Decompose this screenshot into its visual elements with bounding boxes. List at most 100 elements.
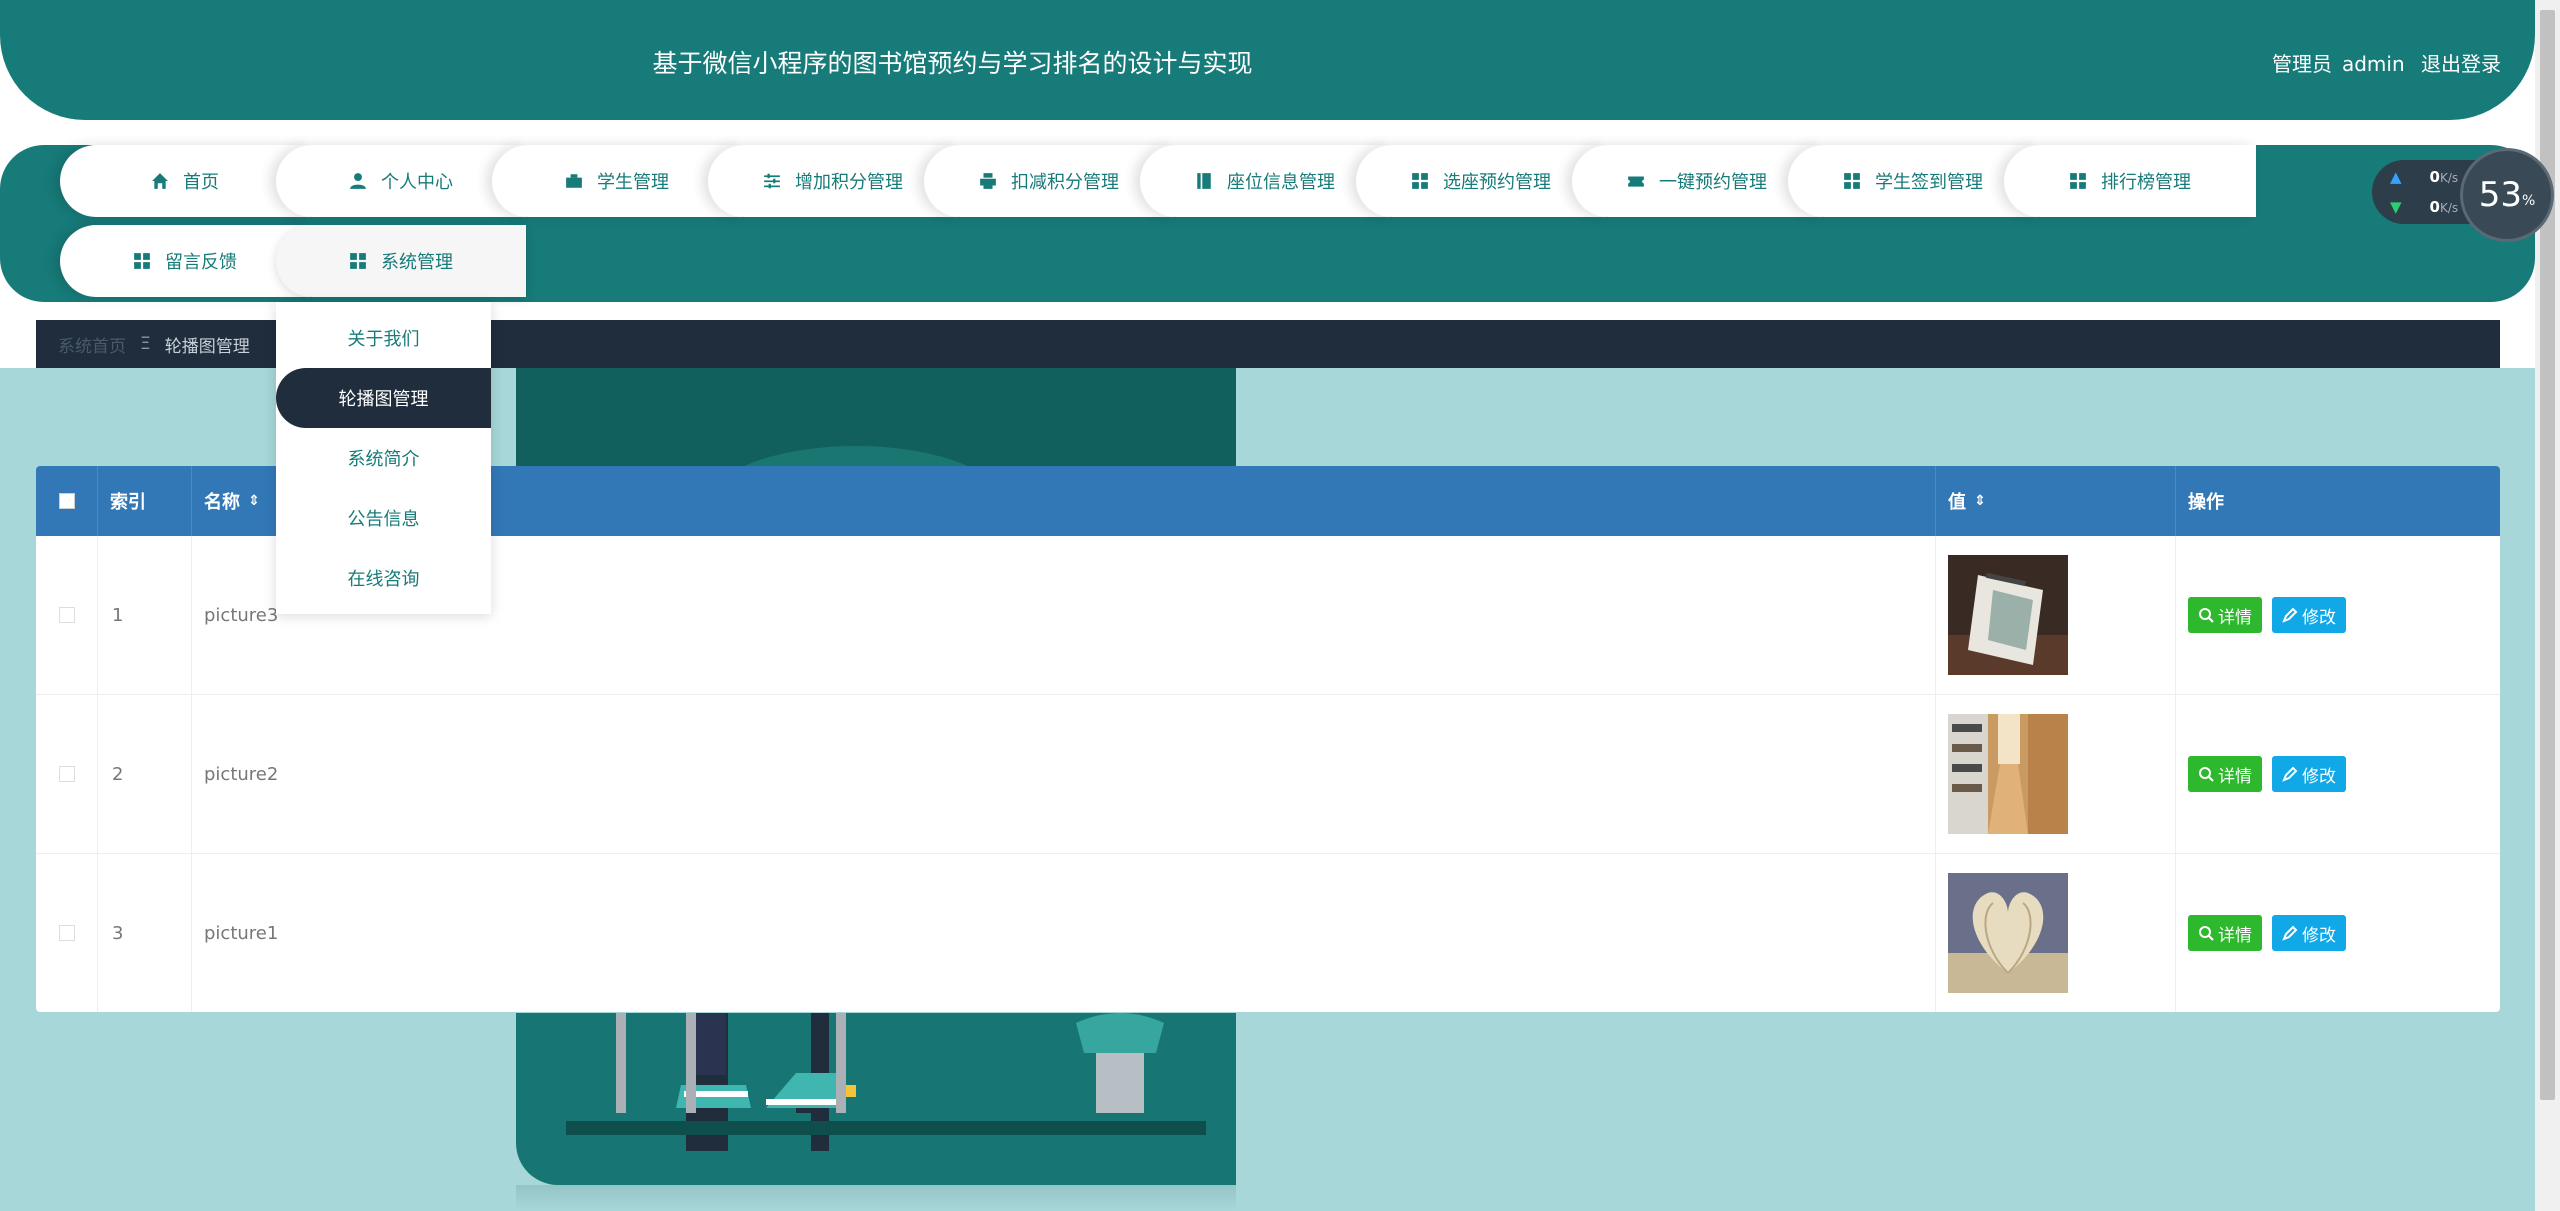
row-checkbox[interactable] — [36, 536, 98, 694]
nav-item-system[interactable]: 系统管理 — [276, 225, 526, 297]
row-index: 2 — [98, 695, 192, 853]
row-name: picture1 — [192, 854, 1936, 1012]
nav-label: 首页 — [183, 172, 219, 193]
grid-icon — [1412, 173, 1428, 189]
nav-label: 增加积分管理 — [795, 172, 903, 193]
header-value-label: 值 — [1948, 492, 1966, 513]
pencil-icon — [2282, 766, 2298, 782]
nav-label: 一键预约管理 — [1659, 172, 1767, 193]
dropdown-item-online-consult[interactable]: 在线咨询 — [276, 548, 491, 608]
row-actions: 详情 修改 — [2176, 854, 2500, 1012]
nav-label: 留言反馈 — [165, 252, 237, 273]
sort-icon: ⇕ — [248, 493, 260, 509]
pencil-icon — [2282, 925, 2298, 941]
system-dropdown-menu: 关于我们 轮播图管理 系统简介 公告信息 在线咨询 — [276, 302, 491, 614]
grid-icon — [2070, 173, 2086, 189]
row-checkbox[interactable] — [36, 695, 98, 853]
ticket-icon — [1628, 176, 1644, 187]
nav-label: 系统管理 — [381, 252, 453, 273]
dropdown-item-system-intro[interactable]: 系统简介 — [276, 428, 491, 488]
breadcrumb-current: 轮播图管理 — [164, 336, 250, 357]
header-value[interactable]: 值 ⇕ — [1936, 466, 2176, 536]
breadcrumb-separator: Ξ — [140, 334, 151, 354]
background-illustration-base — [516, 1013, 1236, 1185]
row-index: 3 — [98, 854, 192, 1012]
row-checkbox[interactable] — [36, 854, 98, 1012]
nav-label: 扣减积分管理 — [1011, 172, 1119, 193]
row-actions: 详情 修改 — [2176, 536, 2500, 694]
table-row: 2 picture2 详情 修改 — [36, 695, 2500, 854]
nav-label: 学生管理 — [597, 172, 669, 193]
nav-item-students[interactable]: 学生管理 — [492, 145, 742, 217]
row-value — [1936, 536, 2176, 694]
row-value — [1936, 854, 2176, 1012]
book-icon — [1197, 173, 1211, 189]
nav-label: 学生签到管理 — [1875, 172, 1983, 193]
arrow-up-icon: ▲ — [2390, 168, 2402, 186]
search-icon — [2199, 767, 2214, 782]
book-on-desk-thumb[interactable] — [1948, 555, 2068, 675]
open-book-heart-thumb[interactable] — [1948, 873, 2068, 993]
breadcrumb-home[interactable]: 系统首页 — [58, 332, 126, 357]
nav-label: 个人中心 — [381, 172, 453, 193]
row-name: picture2 — [192, 695, 1936, 853]
search-icon — [2199, 608, 2214, 623]
nav-item-student-checkin[interactable]: 学生签到管理 — [1788, 145, 2038, 217]
detail-button[interactable]: 详情 — [2188, 915, 2262, 951]
nav-label: 排行榜管理 — [2101, 172, 2191, 193]
grid-icon — [350, 253, 366, 269]
edit-label: 修改 — [2302, 766, 2336, 787]
grid-icon — [134, 253, 150, 269]
edit-label: 修改 — [2302, 925, 2336, 946]
nav-band: 首页 个人中心 学生管理 增加积分管理 扣减积分管理 座位信息管理 选座预约管理… — [0, 145, 2535, 302]
printer-icon — [980, 173, 996, 189]
memory-gauge[interactable]: 53% — [2460, 148, 2554, 242]
top-header: 基于微信小程序的图书馆预约与学习排名的设计与实现 管理员 admin 退出登录 — [0, 0, 2535, 120]
detail-label: 详情 — [2218, 925, 2252, 946]
search-icon — [2199, 926, 2214, 941]
nav-item-home[interactable]: 首页 — [60, 145, 310, 217]
edit-label: 修改 — [2302, 607, 2336, 628]
dropdown-item-about-us[interactable]: 关于我们 — [276, 308, 491, 368]
gauge-value: 53 — [2478, 175, 2522, 215]
row-index: 1 — [98, 536, 192, 694]
nav-item-quick-reservation[interactable]: 一键预约管理 — [1572, 145, 1822, 217]
user-role: 管理员 — [2271, 52, 2332, 76]
nav-item-seat-info[interactable]: 座位信息管理 — [1140, 145, 1390, 217]
header-action: 操作 — [2188, 492, 2224, 513]
nav-item-seat-reservation[interactable]: 选座预约管理 — [1356, 145, 1606, 217]
logout-link[interactable]: 退出登录 — [2421, 52, 2501, 76]
nav-item-deduct-points[interactable]: 扣减积分管理 — [924, 145, 1174, 217]
gauge-unit: % — [2521, 193, 2536, 209]
user-area: 管理员 admin 退出登录 — [2262, 48, 2501, 77]
select-all-checkbox[interactable] — [36, 466, 98, 536]
user-icon — [350, 173, 366, 189]
nav-item-add-points[interactable]: 增加积分管理 — [708, 145, 958, 217]
app-title: 基于微信小程序的图书馆预约与学习排名的设计与实现 — [652, 49, 1253, 78]
dropdown-item-carousel[interactable]: 轮播图管理 — [276, 368, 491, 428]
upload-speed: ▲ 0K/s — [2390, 168, 2459, 186]
detail-label: 详情 — [2218, 766, 2252, 787]
edit-button[interactable]: 修改 — [2272, 597, 2346, 633]
nav-item-personal-center[interactable]: 个人中心 — [276, 145, 526, 217]
detail-label: 详情 — [2218, 607, 2252, 628]
detail-button[interactable]: 详情 — [2188, 597, 2262, 633]
sliders-icon — [764, 173, 780, 189]
library-aisle-thumb[interactable] — [1948, 714, 2068, 834]
edit-button[interactable]: 修改 — [2272, 756, 2346, 792]
header-name-label: 名称 — [204, 492, 240, 513]
home-icon — [152, 173, 168, 189]
nav-item-leaderboard[interactable]: 排行榜管理 — [2004, 145, 2256, 217]
grid-icon — [1844, 173, 1860, 189]
detail-button[interactable]: 详情 — [2188, 756, 2262, 792]
nav-item-feedback[interactable]: 留言反馈 — [60, 225, 310, 297]
floor-shadow — [516, 1185, 1236, 1211]
row-value — [1936, 695, 2176, 853]
arrow-down-icon: ▼ — [2390, 198, 2402, 216]
table-row: 3 picture1 详情 修改 — [36, 854, 2500, 1012]
edit-button[interactable]: 修改 — [2272, 915, 2346, 951]
header-index: 索引 — [98, 466, 192, 536]
pencil-icon — [2282, 607, 2298, 623]
background-illustration — [516, 368, 1236, 468]
dropdown-item-announcements[interactable]: 公告信息 — [276, 488, 491, 548]
